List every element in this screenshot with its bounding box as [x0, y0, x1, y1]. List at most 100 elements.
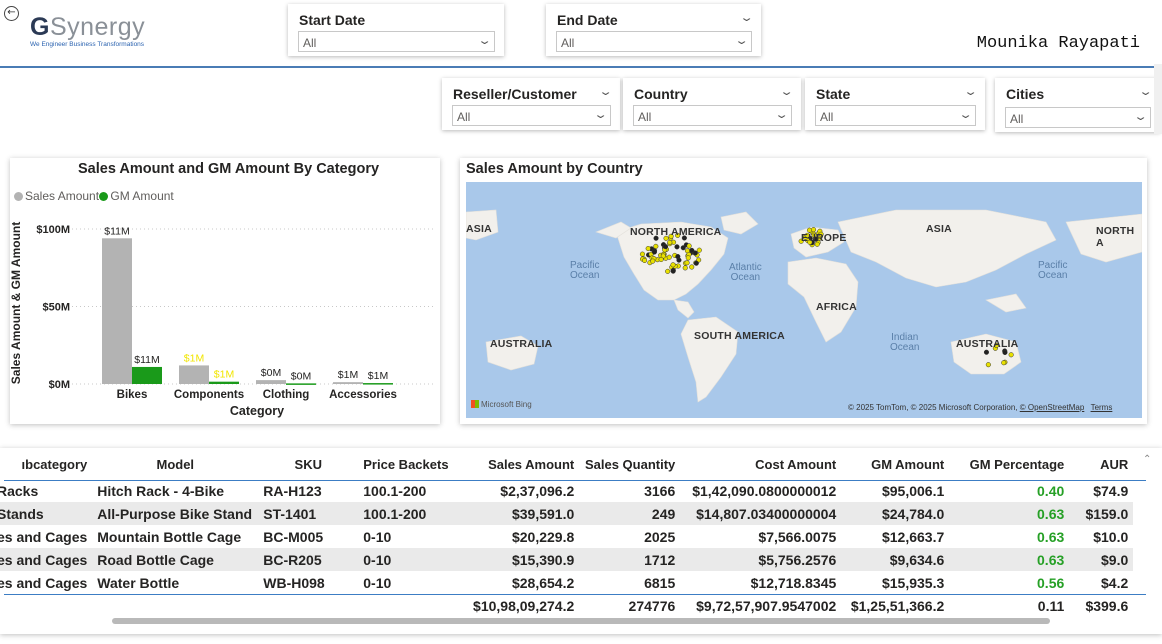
table-row[interactable]: Racks Hitch Rack - 4-Bike RA-H123 100.1-200… — [0, 479, 1133, 502]
table-row[interactable]: es and Cages Mountain Bottle Cage BC-M005 0… — [0, 525, 1133, 548]
map-point[interactable] — [983, 349, 990, 355]
map-point[interactable] — [696, 247, 702, 253]
chevron-down-icon[interactable]: ⌄ — [734, 34, 749, 47]
column-header[interactable]: Model — [92, 449, 258, 479]
table-cell: 6815 — [644, 574, 676, 591]
table-row[interactable]: es and Cages Road Bottle Cage BC-R205 0-10 $… — [0, 548, 1134, 571]
map-point[interactable] — [639, 251, 645, 257]
table-row[interactable]: Stands All-Purpose Bike Stand ST-1401 100.1… — [0, 502, 1134, 525]
reseller-slicer[interactable]: Reseller/Customer ⌄ All ⌄ — [442, 78, 620, 130]
map-card: Sales Amount by Country NORTH AMERICA EU… — [460, 158, 1147, 424]
map-point[interactable] — [693, 260, 699, 266]
table-cell: 0.56 — [1037, 574, 1065, 591]
back-arrow-icon[interactable]: ← — [4, 6, 19, 21]
bar-sales-amount-accessories[interactable] — [333, 382, 363, 384]
horizontal-scrollbar[interactable] — [112, 618, 1050, 624]
start-date-slicer[interactable]: Start Date All ⌄ — [288, 4, 504, 56]
chevron-down-icon[interactable]: ⌄ — [593, 108, 608, 121]
state-dropdown[interactable]: All ⌄ — [815, 105, 976, 126]
scroll-up-icon[interactable]: ⌃ — [1143, 454, 1151, 465]
map-point[interactable] — [666, 254, 672, 260]
table-cell: es and Cages — [0, 574, 88, 591]
chevron-down-icon[interactable]: ⌄ — [774, 108, 789, 121]
map-point[interactable] — [645, 245, 651, 252]
chevron-down-icon[interactable]: ⌄ — [1133, 110, 1148, 123]
chevron-down-icon[interactable]: ⌄ — [963, 85, 978, 98]
cities-slicer[interactable]: Cities ⌄ All ⌄ — [995, 78, 1160, 132]
terms-link[interactable]: Terms — [1091, 403, 1113, 412]
reseller-dropdown[interactable]: All ⌄ — [452, 105, 611, 126]
chevron-down-icon[interactable]: ⌄ — [477, 34, 492, 47]
map-point[interactable] — [689, 264, 695, 270]
map-point[interactable] — [665, 268, 671, 274]
map-point[interactable] — [667, 239, 673, 245]
bar-gm-amount-clothing[interactable] — [286, 383, 316, 385]
column-header[interactable]: ıbcategory — [0, 449, 92, 479]
map-point[interactable] — [689, 247, 695, 253]
column-header[interactable]: AUR — [1069, 449, 1133, 479]
map-point[interactable] — [653, 243, 659, 249]
table-cell: $39,591.0 — [463, 502, 580, 525]
cities-dropdown[interactable]: All ⌄ — [1005, 107, 1151, 128]
bar-sales-amount-bikes[interactable] — [102, 238, 132, 384]
country-dropdown[interactable]: All ⌄ — [633, 105, 792, 126]
chevron-down-icon[interactable]: ⌄ — [1138, 85, 1153, 98]
map-point[interactable] — [650, 258, 656, 264]
bar-gm-amount-bikes[interactable] — [132, 366, 162, 384]
data-label: $11M — [104, 225, 130, 237]
total-cell: 0.11 — [1037, 598, 1065, 614]
map-point[interactable] — [682, 265, 688, 271]
map-point[interactable] — [675, 254, 681, 260]
map-point[interactable] — [658, 256, 664, 263]
column-header[interactable]: Price Backets — [358, 449, 463, 479]
column-header[interactable]: Sales Quantity — [579, 449, 680, 479]
state-slicer[interactable]: State ⌄ All ⌄ — [805, 78, 985, 130]
column-header[interactable]: Sales Amount — [463, 449, 579, 479]
column-header[interactable]: GM Amount — [841, 449, 949, 479]
map-point[interactable] — [685, 255, 691, 261]
data-label: $1M — [368, 370, 388, 382]
map-canvas — [466, 209, 1142, 403]
column-header[interactable]: SKU — [258, 449, 358, 479]
map-point[interactable] — [684, 260, 690, 266]
table-cell: $28,654.2 — [511, 574, 575, 591]
map-point[interactable] — [686, 243, 692, 249]
dropdown-value: All — [303, 36, 317, 50]
end-date-dropdown[interactable]: All ⌄ — [556, 31, 752, 52]
map-point[interactable] — [670, 268, 676, 274]
table-cell: $159.0 — [1069, 502, 1134, 525]
map-point[interactable] — [651, 249, 657, 255]
chevron-down-icon[interactable]: ⌄ — [598, 85, 613, 98]
start-date-dropdown[interactable]: All ⌄ — [298, 31, 495, 52]
map-point[interactable] — [1002, 349, 1008, 356]
country-slicer[interactable]: Country ⌄ All ⌄ — [623, 78, 801, 130]
bar-sales-amount-clothing[interactable] — [256, 380, 286, 384]
chevron-down-icon[interactable]: ⌄ — [958, 108, 973, 121]
table-cell: 1712 — [579, 548, 681, 571]
map-point[interactable] — [680, 245, 686, 251]
chevron-down-icon[interactable]: ⌄ — [739, 11, 754, 24]
column-header[interactable]: GM Percentage — [949, 449, 1069, 479]
page-scrollbar[interactable] — [1154, 64, 1162, 134]
total-overline — [4, 594, 1146, 595]
map-point[interactable] — [641, 257, 648, 264]
map-point[interactable] — [670, 262, 676, 268]
chevron-down-icon[interactable]: ⌄ — [779, 85, 794, 98]
map-point[interactable] — [1001, 360, 1007, 366]
bar-sales-amount-components[interactable] — [179, 365, 209, 384]
table-cell: 100.1-200 — [358, 502, 464, 525]
map-point[interactable] — [674, 244, 680, 250]
sales-map[interactable]: NORTH AMERICA EUROPE ASIA ASIA NORTH A A… — [466, 182, 1142, 418]
x-tick-label: Clothing — [263, 389, 310, 401]
table-cell: $20,229.8 — [511, 528, 575, 545]
map-point[interactable] — [985, 362, 991, 368]
table-row[interactable]: es and Cages Water Bottle WB-H098 0-10 $28,6… — [0, 571, 1133, 594]
bar-gm-amount-components[interactable] — [209, 381, 239, 384]
map-point[interactable] — [662, 244, 669, 250]
table-cell: WB-H098 — [263, 574, 325, 591]
osm-link[interactable]: © OpenStreetMap — [1020, 403, 1085, 412]
column-header[interactable]: Cost Amount — [680, 449, 841, 479]
map-point[interactable] — [1008, 352, 1014, 358]
bar-gm-amount-accessories[interactable] — [363, 383, 393, 385]
end-date-slicer[interactable]: End Date ⌄ All ⌄ — [546, 4, 761, 56]
